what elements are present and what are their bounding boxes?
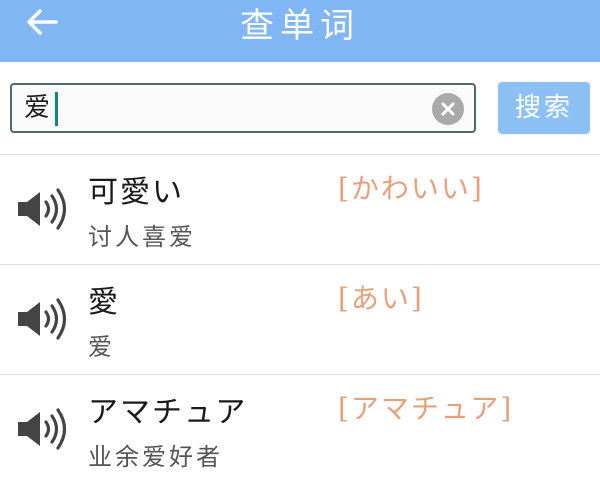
word-text: 可愛い xyxy=(88,175,184,210)
list-item[interactable]: 可愛い [かわいい] 讨人喜爱 xyxy=(0,155,600,265)
title-bar: 查单词 xyxy=(0,0,600,62)
speaker-icon xyxy=(18,298,67,340)
reading-text: [アマチュア] xyxy=(338,392,514,425)
back-button[interactable] xyxy=(22,6,62,46)
speaker-icon xyxy=(18,408,67,450)
word-text: 愛 xyxy=(88,285,120,320)
speaker-button[interactable] xyxy=(16,187,70,231)
search-bar: 爱 搜索 xyxy=(0,62,600,155)
reading-text: [かわいい] xyxy=(338,172,484,205)
page-title: 查单词 xyxy=(240,6,360,46)
clear-circle-x-icon xyxy=(441,102,455,116)
meaning-text: 爱 xyxy=(88,333,115,361)
text-caret xyxy=(55,92,58,126)
arrow-left-icon xyxy=(27,9,58,35)
search-input[interactable]: 爱 xyxy=(10,83,476,133)
search-button[interactable]: 搜索 xyxy=(498,82,590,134)
meaning-text: 讨人喜爱 xyxy=(88,223,196,251)
word-text: アマチュア xyxy=(88,395,248,430)
search-input-value: 爱 xyxy=(24,93,51,123)
speaker-icon xyxy=(18,188,67,230)
reading-text: [あい] xyxy=(338,282,424,315)
list-item[interactable]: 愛 [あい] 爱 xyxy=(0,265,600,375)
meaning-text: 业余爱好者 xyxy=(88,443,223,471)
app-window: 查单词 爱 搜索 可愛い [かわいい] 讨人喜爱 愛 [あい] 爱 アマチュア … xyxy=(0,0,600,480)
clear-button[interactable] xyxy=(432,93,464,125)
speaker-button[interactable] xyxy=(16,297,70,341)
result-list: 可愛い [かわいい] 讨人喜爱 愛 [あい] 爱 アマチュア [アマチュア] 业… xyxy=(0,155,600,480)
speaker-button[interactable] xyxy=(16,407,70,451)
list-item[interactable]: アマチュア [アマチュア] 业余爱好者 xyxy=(0,375,600,480)
